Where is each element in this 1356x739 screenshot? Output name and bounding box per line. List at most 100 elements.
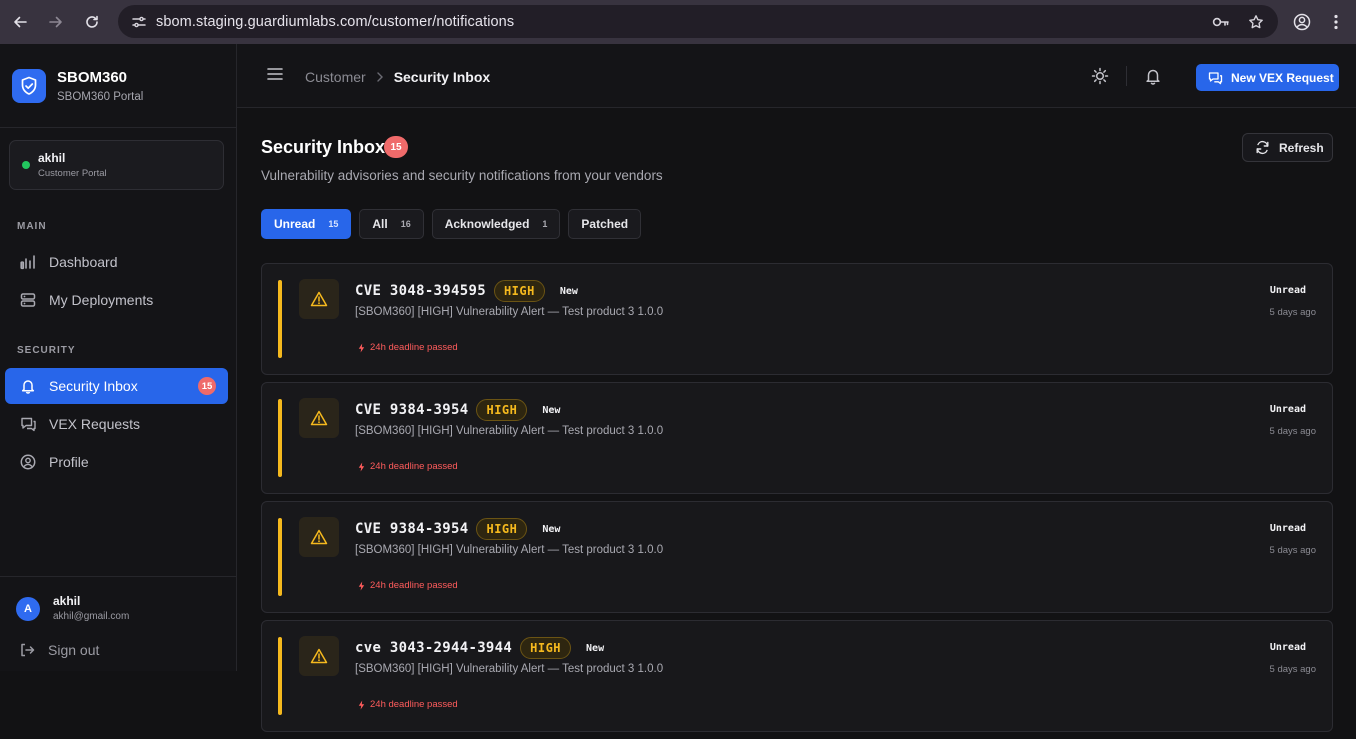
profile-button[interactable] bbox=[1284, 0, 1320, 44]
reload-icon bbox=[86, 15, 98, 28]
deadline-warning: 24h deadline passed bbox=[358, 580, 458, 591]
site-info-icon[interactable] bbox=[122, 14, 156, 30]
notification-subject: [SBOM360] [HIGH] Vulnerability Alert — T… bbox=[355, 544, 664, 556]
new-badge: New bbox=[586, 642, 605, 654]
browser-toolbar: sbom.staging.guardiumlabs.com/customer/n… bbox=[0, 0, 1356, 44]
sun-icon[interactable] bbox=[1091, 67, 1109, 85]
tab-label: All bbox=[372, 217, 388, 231]
sign-out-label: Sign out bbox=[48, 642, 100, 658]
severity-badge: HIGH bbox=[520, 637, 572, 659]
deadline-warning: 24h deadline passed bbox=[358, 699, 458, 710]
unread-count-badge: 15 bbox=[384, 136, 408, 158]
new-badge: New bbox=[542, 404, 561, 416]
warning-triangle-icon bbox=[299, 636, 339, 676]
timestamp: 5 days ago bbox=[1269, 426, 1316, 437]
nav-section-main: MAIN bbox=[17, 221, 47, 232]
sidebar-item-vex-requests[interactable]: VEX Requests bbox=[5, 406, 228, 442]
sidebar-item-my-deployments[interactable]: My Deployments bbox=[5, 282, 228, 318]
deadline-warning: 24h deadline passed bbox=[358, 461, 458, 472]
main-content: Security Inbox 15 Vulnerability advisori… bbox=[237, 108, 1356, 732]
notification-list: CVE 3048-394595 HIGH New [SBOM360] [HIGH… bbox=[261, 263, 1333, 739]
sign-out-button[interactable]: Sign out bbox=[19, 642, 99, 658]
refresh-button[interactable]: Refresh bbox=[1242, 133, 1333, 162]
severity-indicator-bar bbox=[278, 399, 282, 477]
sidebar: SBOM360 SBOM360 Portal akhil Customer Po… bbox=[0, 44, 237, 671]
chat-icon bbox=[19, 416, 37, 432]
tab-label: Unread bbox=[274, 217, 316, 231]
page-title: Security Inbox bbox=[261, 137, 386, 157]
brand[interactable]: SBOM360 SBOM360 Portal bbox=[0, 44, 236, 128]
timestamp: 5 days ago bbox=[1269, 545, 1316, 556]
deadline-text: 24h deadline passed bbox=[370, 342, 458, 353]
notifications-bell-icon[interactable] bbox=[1144, 67, 1162, 85]
deadline-text: 24h deadline passed bbox=[370, 461, 458, 472]
tab-label: Patched bbox=[581, 217, 629, 231]
sidebar-item-label: VEX Requests bbox=[49, 416, 141, 432]
cve-id: CVE 9384-3954 bbox=[355, 402, 469, 418]
notification-card[interactable]: CVE 3048-394595 HIGH New [SBOM360] [HIGH… bbox=[261, 263, 1333, 375]
user-circle-icon bbox=[19, 454, 37, 470]
new-vex-request-label: New VEX Request bbox=[1231, 70, 1334, 85]
page-subtitle: Vulnerability advisories and security no… bbox=[261, 168, 663, 183]
hamburger-menu-icon[interactable] bbox=[267, 67, 283, 81]
notification-subject: [SBOM360] [HIGH] Vulnerability Alert — T… bbox=[355, 663, 664, 675]
star-icon[interactable] bbox=[1248, 14, 1264, 30]
severity-indicator-bar bbox=[278, 518, 282, 596]
cve-id: cve 3043-2944-3944 bbox=[355, 640, 513, 656]
warning-triangle-icon bbox=[299, 517, 339, 557]
severity-badge: HIGH bbox=[476, 399, 528, 421]
tab-patched[interactable]: Patched bbox=[568, 209, 642, 239]
severity-badge: HIGH bbox=[476, 518, 528, 540]
tab-label: Acknowledged bbox=[444, 217, 530, 231]
lightning-icon bbox=[358, 462, 365, 472]
unread-count-badge: 15 bbox=[198, 377, 216, 395]
sidebar-item-label: Profile bbox=[49, 454, 89, 470]
lightning-icon bbox=[358, 581, 365, 591]
warning-triangle-icon bbox=[299, 279, 339, 319]
shield-check-icon bbox=[12, 68, 46, 103]
refresh-label: Refresh bbox=[1279, 140, 1324, 155]
notification-subject: [SBOM360] [HIGH] Vulnerability Alert — T… bbox=[355, 425, 664, 437]
timestamp: 5 days ago bbox=[1269, 664, 1316, 675]
bar-chart-icon bbox=[19, 254, 37, 270]
notification-card[interactable]: CVE 9384-3954 HIGH New [SBOM360] [HIGH] … bbox=[261, 501, 1333, 613]
tab-count: 15 bbox=[328, 219, 339, 229]
severity-indicator-bar bbox=[278, 280, 282, 358]
nav-section-security: SECURITY bbox=[17, 345, 76, 356]
account-circle-icon bbox=[1293, 13, 1311, 31]
url-text[interactable]: sbom.staging.guardiumlabs.com/customer/n… bbox=[156, 14, 514, 30]
breadcrumb-parent[interactable]: Customer bbox=[305, 69, 366, 85]
back-button[interactable] bbox=[2, 0, 38, 44]
deadline-warning: 24h deadline passed bbox=[358, 342, 458, 353]
user-card-role: Customer Portal bbox=[38, 168, 107, 179]
tab-acknowledged[interactable]: Acknowledged 1 bbox=[431, 209, 561, 239]
refresh-icon bbox=[1255, 140, 1270, 155]
sidebar-item-security-inbox[interactable]: Security Inbox 15 bbox=[5, 368, 228, 404]
brand-subtitle: SBOM360 Portal bbox=[57, 90, 144, 103]
user-card: akhil Customer Portal bbox=[9, 140, 224, 190]
reload-button[interactable] bbox=[74, 0, 110, 44]
notification-card[interactable]: cve 3043-2944-3944 HIGH New [SBOM360] [H… bbox=[261, 620, 1333, 732]
filter-tabs: Unread 15 All 16 Acknowledged 1 Patched bbox=[261, 209, 642, 239]
read-status: Unread bbox=[1269, 285, 1306, 296]
sidebar-item-label: Security Inbox bbox=[49, 378, 138, 394]
cve-id: CVE 9384-3954 bbox=[355, 521, 469, 537]
notification-card[interactable]: CVE 9384-3954 HIGH New [SBOM360] [HIGH] … bbox=[261, 382, 1333, 494]
key-icon[interactable] bbox=[1212, 15, 1230, 29]
forward-button[interactable] bbox=[38, 0, 74, 44]
severity-indicator-bar bbox=[278, 637, 282, 715]
avatar[interactable]: A bbox=[16, 597, 40, 621]
sidebar-item-profile[interactable]: Profile bbox=[5, 444, 228, 480]
deadline-text: 24h deadline passed bbox=[370, 580, 458, 591]
new-vex-request-button[interactable]: New VEX Request bbox=[1196, 64, 1339, 91]
tab-unread[interactable]: Unread 15 bbox=[261, 209, 352, 239]
sidebar-footer: A akhil akhil@gmail.com Sign out bbox=[0, 576, 236, 671]
warning-triangle-icon bbox=[299, 398, 339, 438]
footer-user-name: akhil bbox=[53, 594, 81, 608]
sidebar-item-dashboard[interactable]: Dashboard bbox=[5, 244, 228, 280]
address-bar[interactable]: sbom.staging.guardiumlabs.com/customer/n… bbox=[118, 5, 1278, 38]
top-bar: Customer Security Inbox New VEX Request bbox=[237, 44, 1356, 108]
divider bbox=[1126, 66, 1127, 86]
browser-menu-button[interactable] bbox=[1324, 0, 1348, 44]
tab-all[interactable]: All 16 bbox=[359, 209, 424, 239]
